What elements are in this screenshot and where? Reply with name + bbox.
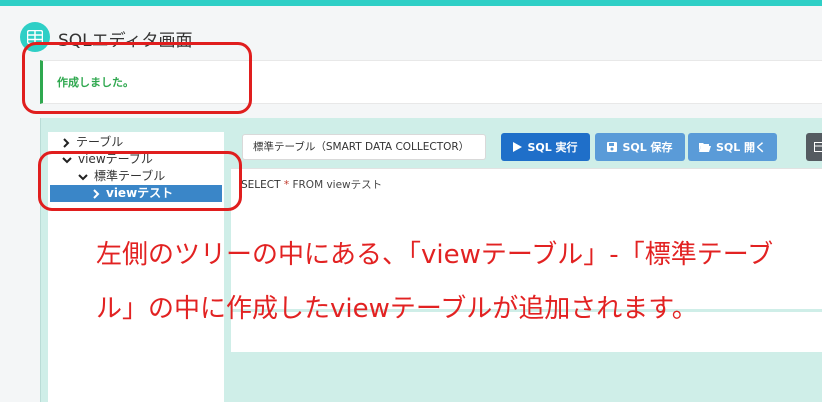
sql-run-button[interactable]: SQL 実行	[501, 133, 590, 161]
table-icon	[813, 142, 822, 152]
sql-keyword-select: SELECT	[241, 179, 281, 191]
sql-save-button[interactable]: SQL 保存	[595, 133, 685, 161]
chevron-right-icon	[63, 137, 70, 148]
tree-item-label: テーブル	[76, 135, 124, 149]
database-select[interactable]: 標準テーブル（SMART DATA COLLECTOR）	[242, 134, 486, 160]
sql-from-clause: FROM viewテスト	[292, 179, 383, 191]
annotation-text: 左側のツリーの中にある、「viewテーブル」-「標準テーブル」の中に作成したvi…	[96, 240, 774, 324]
sql-code: SELECT * FROM viewテスト	[241, 177, 382, 192]
highlight-circle-tree	[38, 151, 242, 211]
highlight-circle-alert	[22, 42, 252, 114]
more-button[interactable]	[806, 133, 822, 161]
tree-item-tables[interactable]: テーブル	[62, 134, 123, 151]
floppy-disk-icon	[607, 142, 618, 152]
play-icon	[513, 142, 523, 152]
sql-asterisk: *	[283, 179, 290, 191]
sql-open-button[interactable]: SQL 開く	[688, 133, 777, 161]
folder-open-icon	[698, 143, 711, 152]
